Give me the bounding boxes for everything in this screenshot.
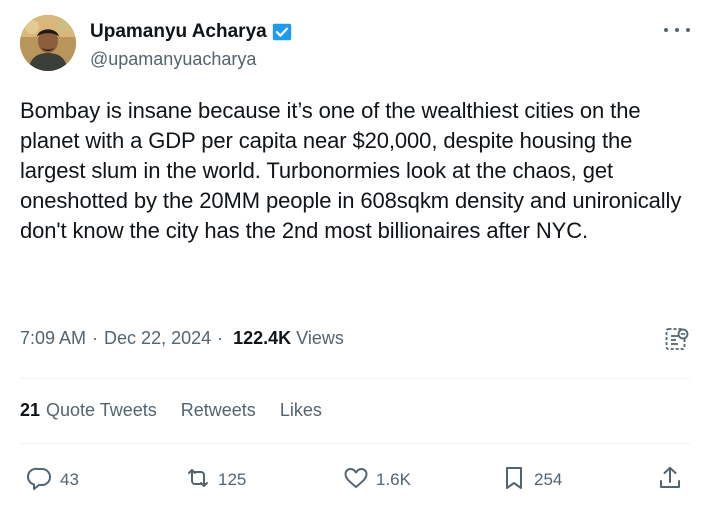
like-button[interactable]: 1.6K: [342, 463, 411, 497]
author-block: Upamanyu Acharya @upamanyuacharya: [90, 20, 293, 70]
action-bar: 43 125 1.6K 254: [0, 463, 710, 497]
like-icon: [342, 464, 370, 497]
retweet-button[interactable]: 125: [184, 463, 246, 497]
views-count: 122.4K: [233, 328, 292, 348]
share-button[interactable]: [656, 463, 684, 497]
reply-button[interactable]: 43: [26, 463, 79, 497]
tweet-date[interactable]: Dec 22, 2024: [104, 328, 211, 349]
separator-dot: ·: [217, 328, 224, 348]
tweet-card: Upamanyu Acharya @upamanyuacharya Bombay…: [0, 0, 710, 511]
avatar[interactable]: [20, 15, 76, 71]
tweet-text: Bombay is insane because it’s one of the…: [20, 98, 682, 243]
views-label: Views: [296, 328, 344, 348]
verified-badge-icon: [271, 21, 293, 43]
retweet-count: 125: [218, 470, 247, 489]
retweet-icon: [184, 464, 212, 497]
tweet-time[interactable]: 7:09 AM: [20, 328, 86, 349]
likes-link[interactable]: Likes: [280, 400, 322, 421]
like-count: 1.6K: [376, 470, 411, 489]
divider: [20, 443, 690, 444]
bookmark-button[interactable]: 254: [500, 463, 562, 497]
retweets-link[interactable]: Retweets: [181, 400, 256, 421]
bookmark-count: 254: [534, 470, 563, 489]
author-handle[interactable]: @upamanyuacharya: [90, 49, 293, 70]
quote-count[interactable]: 21: [20, 400, 40, 421]
analytics-icon[interactable]: [664, 326, 690, 352]
separator-dot: ·: [92, 328, 99, 348]
engagement-stats: 21 Quote Tweets Retweets Likes: [20, 400, 322, 421]
quote-tweets-link[interactable]: Quote Tweets: [46, 400, 157, 421]
bookmark-icon: [500, 464, 528, 497]
divider: [20, 378, 690, 379]
tweet-meta: 7:09 AM · Dec 22, 2024 · 122.4K Views: [20, 328, 344, 349]
more-icon[interactable]: [664, 22, 690, 38]
reply-icon: [26, 464, 54, 497]
author-name[interactable]: Upamanyu Acharya: [90, 21, 267, 43]
share-icon: [656, 464, 684, 497]
reply-count: 43: [60, 470, 79, 489]
